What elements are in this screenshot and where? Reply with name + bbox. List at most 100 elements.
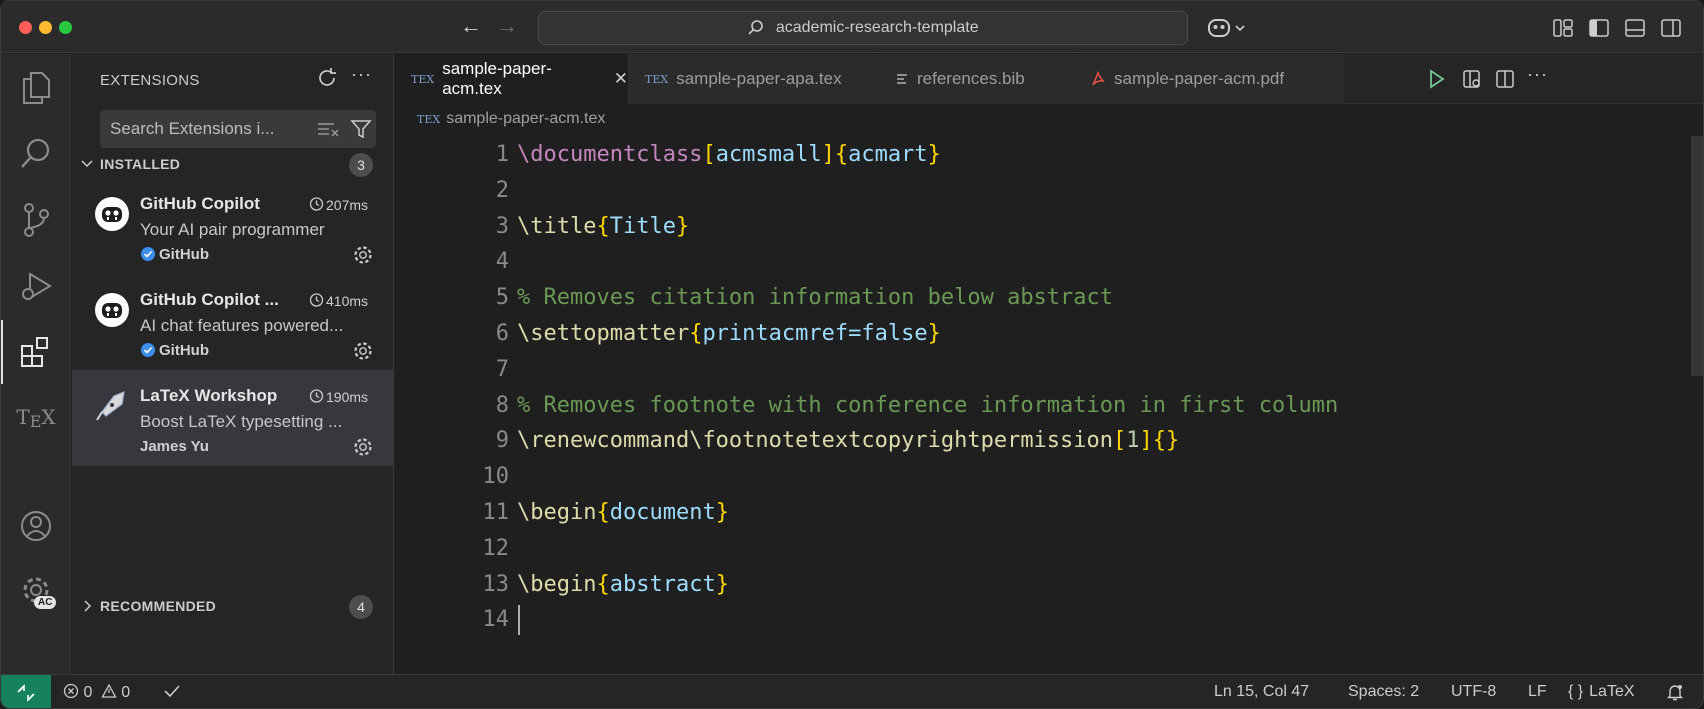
code-line[interactable]: 8 % Removes footnote with conference info… xyxy=(395,387,1703,425)
warning-icon xyxy=(101,683,117,698)
line-number: 7 xyxy=(495,356,509,382)
account-icon xyxy=(21,511,51,541)
minimize-window-button[interactable] xyxy=(39,21,52,34)
warning-count: 0 xyxy=(121,684,131,701)
publisher-name: GitHub xyxy=(159,246,209,263)
run-debug-button[interactable] xyxy=(1,254,71,318)
customize-layout-icon[interactable] xyxy=(1552,17,1574,39)
back-arrow-icon[interactable]: ← xyxy=(459,15,483,39)
forward-arrow-icon[interactable]: → xyxy=(495,15,519,39)
activation-time-value: 410ms xyxy=(326,293,369,309)
code-token: Title xyxy=(609,213,676,239)
source-control-button[interactable] xyxy=(1,188,71,252)
code-line[interactable]: 14 xyxy=(395,601,1703,639)
code-token: \begin xyxy=(517,571,597,597)
code-line[interactable]: 4 xyxy=(395,243,1703,281)
open-preview-icon[interactable] xyxy=(1461,68,1483,90)
notifications-button[interactable] xyxy=(1666,683,1684,706)
line-number: 14 xyxy=(482,607,510,633)
more-actions-icon[interactable]: ··· xyxy=(351,64,372,85)
extension-item[interactable]: LaTeX Workshop 190ms Boost LaTeX typesetti… xyxy=(72,370,394,466)
close-icon[interactable]: ✕ xyxy=(614,69,628,89)
code-line[interactable]: 5 % Removes citation information below ab… xyxy=(395,279,1703,317)
code-token: \renewcommand\footnotetextcopyrightpermi… xyxy=(517,428,1114,454)
extensions-search-input[interactable] xyxy=(110,110,305,148)
gear-icon[interactable] xyxy=(352,436,374,458)
publisher-name: James Yu xyxy=(140,438,209,455)
editor-scrollbar[interactable] xyxy=(1691,136,1703,376)
clear-filter-icon[interactable] xyxy=(316,120,340,138)
close-window-button[interactable] xyxy=(19,21,32,34)
toggle-primary-sidebar-icon[interactable] xyxy=(1588,17,1610,39)
recommended-section-header[interactable]: RECOMMENDED 4 xyxy=(72,594,394,620)
search-icon xyxy=(21,138,50,168)
extension-item[interactable]: GitHub Copilot 207ms Your AI pair programm… xyxy=(72,178,394,274)
refresh-icon[interactable] xyxy=(315,66,339,90)
line-text: \begin{document} xyxy=(517,494,729,532)
vscode-window: ← → academic-research-template TEX AC EX… xyxy=(0,0,1704,709)
code-line[interactable]: 1 \documentclass[acmsmall]{acmart} xyxy=(395,136,1703,174)
line-text: % Removes citation information below abs… xyxy=(517,279,1113,317)
remote-indicator[interactable] xyxy=(1,675,51,708)
code-line[interactable]: 10 xyxy=(395,458,1703,496)
code-line[interactable]: 12 xyxy=(395,530,1703,568)
github-copilot-icon xyxy=(95,293,129,327)
accounts-button[interactable] xyxy=(1,494,71,558)
gear-icon[interactable] xyxy=(352,244,374,266)
cursor-position[interactable]: Ln 15, Col 47 xyxy=(1214,683,1309,701)
code-line[interactable]: 6 \settopmatter{printacmref=false} xyxy=(395,315,1703,353)
tab-sample-paper-apa-tex[interactable]: TEX sample-paper-apa.tex xyxy=(629,54,879,104)
tex-icon: TEX xyxy=(16,405,56,431)
extension-name: LaTeX Workshop xyxy=(140,386,278,405)
gear-icon[interactable] xyxy=(352,340,374,362)
code-line[interactable]: 13 \begin{abstract} xyxy=(395,566,1703,604)
check-icon[interactable] xyxy=(163,683,181,704)
tab-sample-paper-acm-pdf[interactable]: sample-paper-acm.pdf xyxy=(1074,54,1344,104)
extension-item[interactable]: GitHub Copilot ... 410ms AI chat features … xyxy=(72,274,394,370)
end-of-line[interactable]: LF xyxy=(1528,683,1547,701)
code-line[interactable]: 2 xyxy=(395,172,1703,210)
tab-references-bib[interactable]: references.bib xyxy=(879,54,1074,104)
filter-icon[interactable] xyxy=(350,119,372,139)
language-mode[interactable]: { } LaTeX xyxy=(1568,683,1635,701)
line-number: 2 xyxy=(495,177,509,203)
extension-description: AI chat features powered... xyxy=(140,316,344,335)
line-number: 4 xyxy=(495,249,509,275)
explorer-button[interactable] xyxy=(1,56,71,120)
text-cursor xyxy=(518,605,520,636)
code-token: ] xyxy=(1139,428,1153,454)
editor-more-actions-icon[interactable]: ··· xyxy=(1527,64,1548,85)
split-editor-icon[interactable] xyxy=(1494,68,1516,90)
installed-section-header[interactable]: INSTALLED 3 xyxy=(72,152,394,178)
code-token: [ xyxy=(1113,428,1127,454)
line-text: \begin{abstract} xyxy=(517,566,729,604)
toggle-panel-icon[interactable] xyxy=(1624,17,1646,39)
encoding[interactable]: UTF-8 xyxy=(1451,683,1496,701)
code-line[interactable]: 7 xyxy=(395,351,1703,389)
tex-icon: TEX xyxy=(411,72,435,86)
extensions-button[interactable] xyxy=(1,320,71,384)
code-line[interactable]: 9 \renewcommand\footnotetextcopyrightperm… xyxy=(395,422,1703,460)
command-center-search[interactable]: academic-research-template xyxy=(538,11,1188,45)
history-icon xyxy=(309,293,324,307)
code-token: abstract xyxy=(609,571,716,597)
activation-time: 410ms xyxy=(308,292,368,309)
latex-workshop-button[interactable]: TEX xyxy=(1,386,71,450)
code-line[interactable]: 11 \begin{document} xyxy=(395,494,1703,532)
tab-sample-paper-acm-tex[interactable]: TEX sample-paper-acm.tex ✕ xyxy=(395,54,629,104)
run-icon[interactable] xyxy=(1425,68,1447,90)
status-bar: 0 0 Ln 15, Col 47 Spaces: 2 UTF-8 LF { }… xyxy=(1,674,1703,708)
history-icon xyxy=(309,389,324,403)
toggle-secondary-sidebar-icon[interactable] xyxy=(1660,17,1682,39)
line-text: \renewcommand\footnotetextcopyrightpermi… xyxy=(517,422,1179,460)
manage-button[interactable]: AC xyxy=(1,558,71,622)
braces-icon: { } xyxy=(1568,683,1584,700)
indentation[interactable]: Spaces: 2 xyxy=(1348,683,1419,701)
code-line[interactable]: 3 \title{Title} xyxy=(395,208,1703,246)
maximize-window-button[interactable] xyxy=(59,21,72,34)
problems-indicator[interactable]: 0 0 xyxy=(63,683,130,702)
breadcrumb[interactable]: TEX sample-paper-acm.tex xyxy=(417,110,605,128)
copilot-menu-button[interactable] xyxy=(1206,15,1250,41)
search-view-button[interactable] xyxy=(1,122,71,186)
sidebar-title: EXTENSIONS xyxy=(100,72,200,89)
